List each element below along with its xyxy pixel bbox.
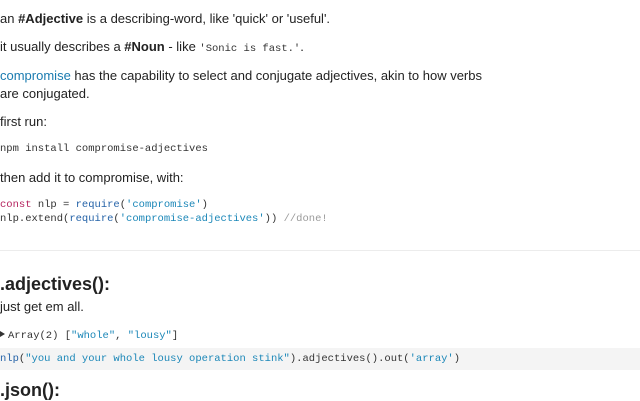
code-text: ).adjectives().out( bbox=[289, 353, 410, 365]
code-text: , bbox=[115, 330, 128, 342]
code-text: )) bbox=[264, 213, 284, 225]
array-label: Array(2) [ bbox=[8, 330, 72, 342]
code-text: ) bbox=[453, 353, 461, 365]
intro-paragraph-2: it usually describes a #Noun - like 'Son… bbox=[0, 38, 304, 58]
text: has the capability to select and conjuga… bbox=[70, 68, 482, 83]
intro-paragraph-1: an #Adjective is a describing-word, like… bbox=[0, 10, 330, 28]
intro-paragraph-3: compromise has the capability to select … bbox=[0, 67, 482, 85]
text: is a describing-word, like 'quick' or 'u… bbox=[83, 11, 331, 26]
adjectives-heading: .adjectives(): bbox=[0, 274, 111, 294]
inline-code-example: 'Sonic is fast.' bbox=[199, 43, 301, 55]
keyword: const bbox=[0, 199, 32, 211]
install-command: npm install compromise-adjectives bbox=[0, 143, 208, 155]
compromise-link[interactable]: compromise bbox=[0, 68, 71, 83]
code-text: ] bbox=[171, 330, 179, 342]
array-item: "whole" bbox=[71, 330, 116, 342]
adjectives-example-code[interactable]: nlp("you and your whole lousy operation … bbox=[0, 352, 460, 366]
intro-paragraph-3-cont: are conjugated. bbox=[0, 85, 90, 103]
adjectives-description: just get em all. bbox=[0, 299, 84, 314]
json-heading: .json(): bbox=[0, 380, 60, 400]
function-name: require bbox=[75, 199, 120, 211]
array-item: "lousy" bbox=[127, 330, 172, 342]
text: it usually describes a bbox=[0, 39, 125, 54]
string-literal: "you and your whole lousy operation stin… bbox=[25, 353, 290, 365]
adjective-tag: #Adjective bbox=[18, 11, 84, 26]
code-comment: //done! bbox=[283, 213, 328, 225]
text: . bbox=[300, 39, 304, 54]
string-literal: 'compromise' bbox=[126, 199, 202, 211]
text: - like bbox=[164, 39, 200, 54]
text: an bbox=[0, 11, 19, 26]
adjectives-output-array[interactable]: Array(2) ["whole", "lousy"] bbox=[0, 329, 178, 343]
code-text: nlp = bbox=[31, 199, 76, 211]
code-line-1: const nlp = require('compromise') bbox=[0, 198, 208, 212]
code-text: nlp.extend( bbox=[0, 213, 70, 225]
code-line-2: nlp.extend(require('compromise-adjective… bbox=[0, 212, 328, 226]
section-divider bbox=[0, 250, 640, 251]
noun-tag: #Noun bbox=[124, 39, 165, 54]
runnable-code-box[interactable]: nlp("you and your whole lousy operation … bbox=[0, 348, 640, 370]
code-text: ) bbox=[201, 199, 208, 211]
expand-triangle-icon[interactable] bbox=[0, 331, 5, 337]
string-literal: 'compromise-adjectives' bbox=[119, 213, 265, 225]
first-run-label: first run: bbox=[0, 114, 47, 129]
function-name: require bbox=[69, 213, 114, 225]
text: are conjugated. bbox=[0, 86, 90, 101]
add-to-compromise-label: then add it to compromise, with: bbox=[0, 170, 184, 185]
function-name: nlp bbox=[0, 353, 19, 365]
string-literal: 'array' bbox=[409, 353, 454, 365]
